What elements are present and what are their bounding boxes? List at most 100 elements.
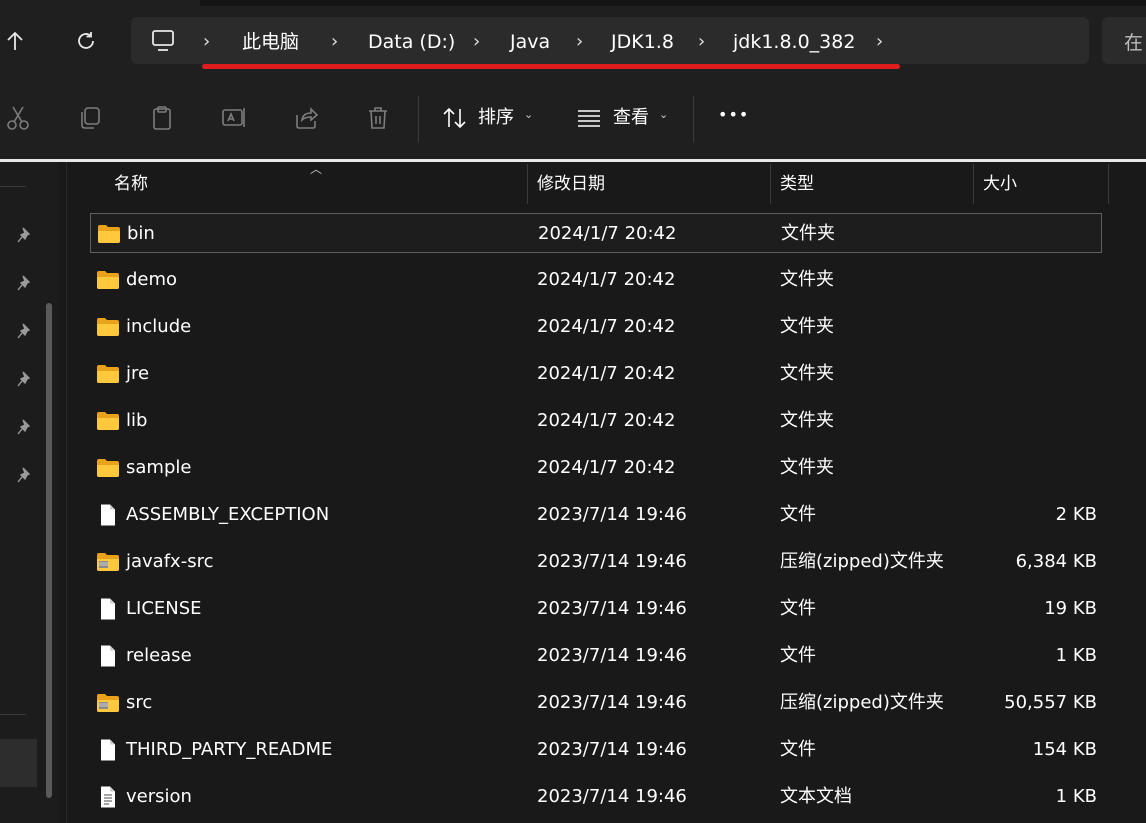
file-size: 154 KB xyxy=(1032,739,1097,760)
pin-icon[interactable] xyxy=(17,467,33,483)
file-modified-date: 2024/1/7 20:42 xyxy=(537,457,676,478)
paste-icon xyxy=(153,106,171,130)
file-row[interactable]: THIRD_PARTY_README 2023/7/14 19:46 文件 154 K… xyxy=(90,730,1102,770)
pin-icon[interactable] xyxy=(17,371,33,387)
delete-button[interactable] xyxy=(364,104,392,132)
chevron-right-icon[interactable]: › xyxy=(698,30,705,54)
folder-icon xyxy=(96,316,120,338)
breadcrumb-drive[interactable]: Data (D:) xyxy=(368,30,455,54)
file-row[interactable]: bin 2024/1/7 20:42 文件夹 xyxy=(90,213,1102,253)
computer-icon xyxy=(152,30,174,51)
nav-selected-item[interactable] xyxy=(0,739,37,787)
copy-button[interactable] xyxy=(76,104,104,132)
toolbar-bottom-border xyxy=(0,159,1146,162)
file-name: LICENSE xyxy=(126,598,202,619)
file-row[interactable]: javafx-src 2023/7/14 19:46 压缩(zipped)文件夹 6,… xyxy=(90,542,1102,582)
chevron-right-icon[interactable]: › xyxy=(473,30,480,54)
file-modified-date: 2023/7/14 19:46 xyxy=(537,692,687,713)
file-type: 文件夹 xyxy=(780,316,834,337)
breadcrumb-this-pc[interactable]: 此电脑 xyxy=(242,30,299,54)
file-row[interactable]: version 2023/7/14 19:46 文本文档 1 KB xyxy=(90,777,1102,817)
file-name: jre xyxy=(126,363,150,384)
up-button[interactable] xyxy=(0,26,30,56)
file-type: 压缩(zipped)文件夹 xyxy=(780,692,944,713)
chevron-right-icon[interactable]: › xyxy=(576,30,583,54)
folder-icon xyxy=(96,457,120,479)
column-header-date[interactable]: 修改日期 xyxy=(537,173,605,195)
column-divider[interactable] xyxy=(1108,164,1109,204)
chevron-right-icon[interactable]: › xyxy=(876,30,883,54)
file-row[interactable]: src 2023/7/14 19:46 压缩(zipped)文件夹 50,557 KB xyxy=(90,683,1102,723)
column-divider[interactable] xyxy=(527,164,528,204)
file-name: release xyxy=(126,645,192,666)
file-name: sample xyxy=(126,457,192,478)
paste-button[interactable] xyxy=(148,104,176,132)
file-size: 1 KB xyxy=(1055,786,1097,807)
file-size: 50,557 KB xyxy=(1004,692,1097,713)
pin-icon[interactable] xyxy=(17,419,33,435)
share-button[interactable] xyxy=(292,104,320,132)
file-row[interactable]: include 2024/1/7 20:42 文件夹 xyxy=(90,307,1102,347)
file-type: 文件 xyxy=(780,598,816,619)
column-header-name[interactable]: 名称 xyxy=(114,173,148,195)
pin-icon[interactable] xyxy=(17,323,33,339)
file-icon xyxy=(96,645,120,667)
zip-folder-icon xyxy=(96,692,120,714)
file-type: 文件 xyxy=(780,739,816,760)
refresh-button[interactable] xyxy=(71,26,101,56)
toolbar-divider xyxy=(693,96,694,142)
folder-icon xyxy=(97,223,121,245)
column-divider[interactable] xyxy=(973,164,974,204)
column-header-type[interactable]: 类型 xyxy=(780,173,814,195)
file-row[interactable]: ASSEMBLY_EXCEPTION 2023/7/14 19:46 文件 2 KB xyxy=(90,495,1102,535)
view-label: 查看 xyxy=(613,107,649,128)
file-type: 文件夹 xyxy=(780,269,834,290)
cut-button[interactable] xyxy=(4,104,32,132)
chevron-right-icon[interactable]: › xyxy=(331,30,338,54)
search-box[interactable]: 在 xyxy=(1102,17,1146,64)
file-modified-date: 2024/1/7 20:42 xyxy=(537,363,676,384)
chevron-down-icon: ⌄ xyxy=(524,108,534,121)
folder-icon xyxy=(96,410,120,432)
delete-icon xyxy=(369,107,387,129)
file-name: src xyxy=(126,692,153,713)
pin-icon[interactable] xyxy=(17,275,33,291)
cut-icon xyxy=(7,106,29,130)
file-row[interactable]: LICENSE 2023/7/14 19:46 文件 19 KB xyxy=(90,589,1102,629)
file-name: THIRD_PARTY_README xyxy=(126,739,333,760)
file-row[interactable]: release 2023/7/14 19:46 文件 1 KB xyxy=(90,636,1102,676)
folder-icon xyxy=(96,269,120,291)
breadcrumb-java[interactable]: Java xyxy=(510,30,550,54)
more-options-button[interactable]: ••• xyxy=(718,103,749,127)
chevron-right-icon[interactable]: › xyxy=(203,30,210,54)
rename-icon xyxy=(222,108,245,127)
pane-divider[interactable] xyxy=(66,162,67,823)
file-type: 文件夹 xyxy=(780,410,834,431)
file-row[interactable]: jre 2024/1/7 20:42 文件夹 xyxy=(90,354,1102,394)
file-row[interactable]: sample 2024/1/7 20:42 文件夹 xyxy=(90,448,1102,488)
breadcrumb-jdk[interactable]: JDK1.8 xyxy=(611,30,674,54)
search-placeholder: 在 xyxy=(1124,32,1144,54)
rename-button[interactable] xyxy=(220,104,248,132)
file-size: 1 KB xyxy=(1055,645,1097,666)
refresh-icon xyxy=(78,32,94,49)
this-pc-button[interactable] xyxy=(150,28,176,54)
nav-scrollbar[interactable] xyxy=(46,303,52,798)
sort-label: 排序 xyxy=(478,107,514,128)
file-size: 6,384 KB xyxy=(1015,551,1097,572)
file-name: lib xyxy=(126,410,148,431)
file-row[interactable]: demo 2024/1/7 20:42 文件夹 xyxy=(90,260,1102,300)
breadcrumb-jdk-version[interactable]: jdk1.8.0_382 xyxy=(733,30,855,54)
file-modified-date: 2023/7/14 19:46 xyxy=(537,504,687,525)
arrow-up-icon xyxy=(7,31,23,50)
file-row[interactable]: lib 2024/1/7 20:42 文件夹 xyxy=(90,401,1102,441)
file-name: include xyxy=(126,316,192,337)
column-header-size[interactable]: 大小 xyxy=(983,173,1017,195)
file-icon xyxy=(96,739,120,761)
pin-icon[interactable] xyxy=(17,227,33,243)
file-name: bin xyxy=(127,223,155,244)
file-name: version xyxy=(126,786,192,807)
column-divider[interactable] xyxy=(770,164,771,204)
file-modified-date: 2024/1/7 20:42 xyxy=(537,316,676,337)
text-file-icon xyxy=(96,786,120,808)
